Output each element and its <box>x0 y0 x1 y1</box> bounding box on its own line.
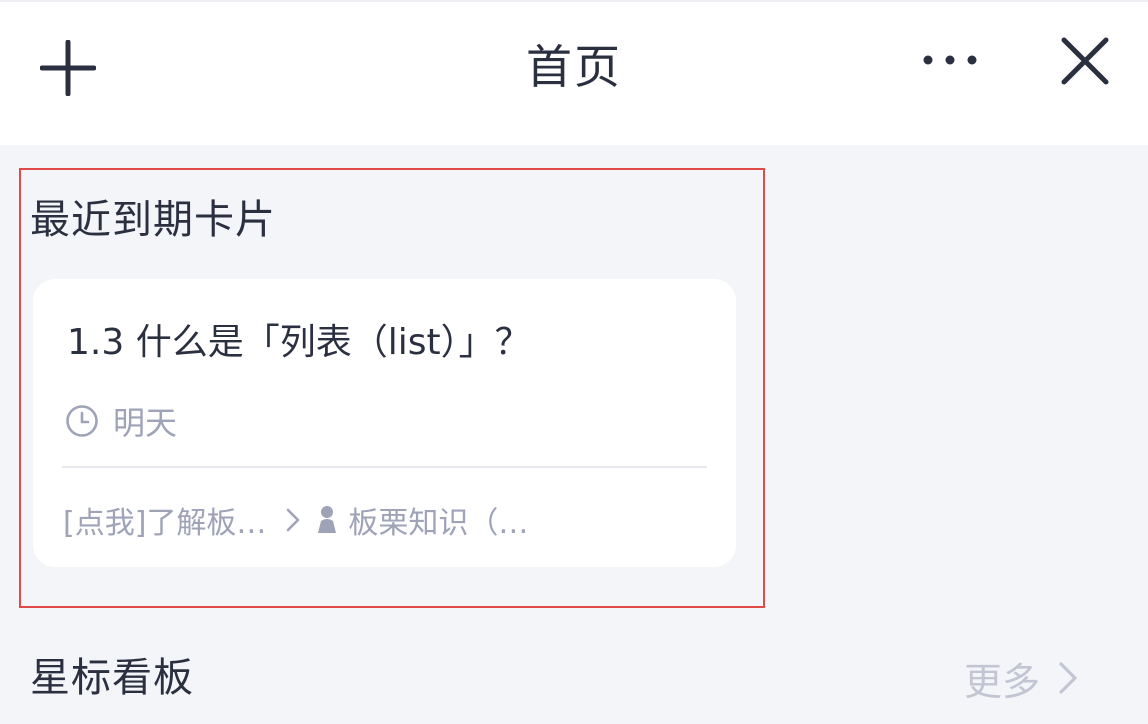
card-breadcrumb: [点我]了解板… 板栗知识（… <box>63 493 528 547</box>
more-label: 更多 <box>964 659 1041 704</box>
starred-boards-section-title: 星标看板 <box>30 655 194 701</box>
card-due-label: 明天 <box>113 404 178 442</box>
card-path-board: 板栗知识（… <box>348 506 529 541</box>
card-path-parent: [点我]了解板… <box>63 506 267 541</box>
top-bar: 首页 <box>0 0 1148 145</box>
ellipsis-icon <box>923 55 977 65</box>
card-divider <box>62 466 707 468</box>
clock-icon <box>65 404 99 438</box>
starred-boards-more-link[interactable]: 更多 <box>964 648 1078 708</box>
card-due-date: 明天 <box>65 394 177 448</box>
recent-due-section-title: 最近到期卡片 <box>30 197 276 243</box>
chevron-right-icon <box>286 508 300 532</box>
due-card[interactable]: 1.3 什么是「列表（list）」？ 明天 [点我]了解板… 板栗知识（… <box>33 279 736 567</box>
person-icon <box>314 505 340 535</box>
more-button[interactable] <box>912 30 988 90</box>
close-icon <box>1061 37 1109 85</box>
card-title: 1.3 什么是「列表（list）」？ <box>67 322 531 363</box>
chevron-right-icon <box>1058 661 1078 695</box>
close-button[interactable] <box>1050 26 1120 96</box>
